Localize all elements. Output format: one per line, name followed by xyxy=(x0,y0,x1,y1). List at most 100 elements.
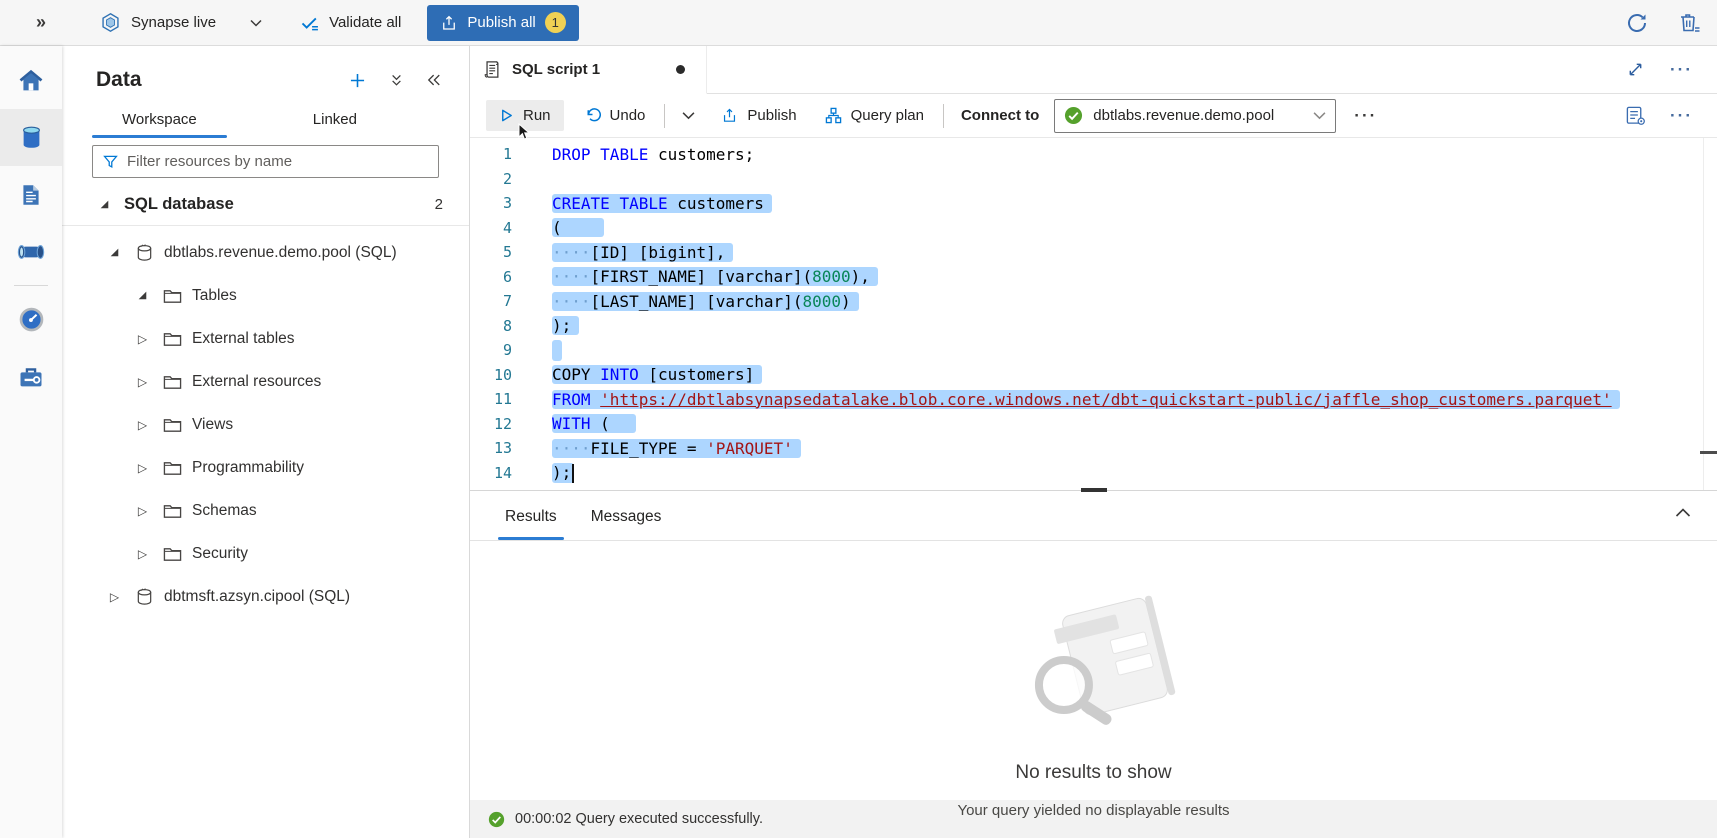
empty-results-state: No results to show Your query yielded no… xyxy=(957,593,1229,819)
line-number: 12 xyxy=(470,415,512,433)
toolbar-right-more-icon[interactable]: ··· xyxy=(1670,106,1693,126)
publish-button[interactable]: Publish xyxy=(711,100,806,131)
overview-ruler xyxy=(1703,138,1704,490)
expand-arrow-icon[interactable]: ▷ xyxy=(135,547,150,561)
mode-selector[interactable]: Synapse live xyxy=(100,12,262,33)
tree-item-external-resources[interactable]: ▷External resources xyxy=(62,360,469,403)
code-line[interactable]: 5····[ID] [bigint], xyxy=(470,240,1717,265)
query-plan-button[interactable]: Query plan xyxy=(815,100,934,131)
tree-item-dbtlabs-revenue-demo-pool-sql[interactable]: ◢dbtlabs.revenue.demo.pool (SQL) xyxy=(62,231,469,274)
refresh-icon[interactable] xyxy=(1625,11,1649,35)
code-line[interactable]: 6····[FIRST_NAME] [varchar](8000), xyxy=(470,265,1717,290)
toolbar-more-icon[interactable]: ··· xyxy=(1354,106,1377,126)
code-line[interactable]: 11FROM 'https://dbtlabsynapsedatalake.bl… xyxy=(470,387,1717,412)
line-number: 11 xyxy=(470,390,512,408)
scrollbar-marker[interactable] xyxy=(1700,451,1717,454)
data-explorer-panel: Data Workspace Linked xyxy=(62,46,470,838)
query-plan-label: Query plan xyxy=(851,107,924,124)
chevron-down-icon xyxy=(1313,111,1326,120)
tab-sql-script-1[interactable]: SQL script 1 xyxy=(470,46,707,94)
expand-arrow-icon[interactable]: ▷ xyxy=(135,332,150,346)
code-line[interactable]: 2 xyxy=(470,167,1717,192)
expand-arrow-icon[interactable]: ▷ xyxy=(135,375,150,389)
expand-arrow-icon[interactable]: ▷ xyxy=(135,461,150,475)
code-line[interactable]: 3CREATE TABLE customers xyxy=(470,191,1717,216)
selection-highlight: ····[ID] [bigint], xyxy=(552,243,733,262)
expand-arrow-icon[interactable]: ▷ xyxy=(107,590,122,604)
tree-item-schemas[interactable]: ▷Schemas xyxy=(62,489,469,532)
add-resource-icon[interactable] xyxy=(347,70,368,91)
tree-item-views[interactable]: ▷Views xyxy=(62,403,469,446)
folder-icon xyxy=(163,417,182,433)
line-number: 10 xyxy=(470,366,512,384)
tree-item-programmability[interactable]: ▷Programmability xyxy=(62,446,469,489)
pane-splitter-handle[interactable] xyxy=(1081,488,1107,492)
tab-messages[interactable]: Messages xyxy=(574,495,679,540)
nav-develop[interactable] xyxy=(0,166,62,223)
show-toolbar-chevrons-icon[interactable]: » xyxy=(36,12,46,33)
tree-item-security[interactable]: ▷Security xyxy=(62,532,469,575)
collapse-arrow-icon[interactable]: ◢ xyxy=(107,247,122,258)
tree-item-dbtmsft-azsyn-cipool-sql[interactable]: ▷dbtmsft.azsyn.cipool (SQL) xyxy=(62,575,469,618)
expand-arrow-icon[interactable]: ▷ xyxy=(135,418,150,432)
panel-title: Data xyxy=(96,68,142,92)
validate-all-button[interactable]: Validate all xyxy=(300,13,401,33)
connected-check-icon xyxy=(1064,106,1083,125)
tree-item-external-tables[interactable]: ▷External tables xyxy=(62,317,469,360)
selection-highlight: ····FILE_TYPE = 'PARQUET' xyxy=(552,439,801,458)
undo-button[interactable]: Undo xyxy=(574,100,656,131)
undo-icon xyxy=(584,107,601,124)
tab-linked[interactable]: Linked xyxy=(283,102,387,138)
code-line-content: ····[LAST_NAME] [varchar](8000) xyxy=(552,292,859,311)
actions-chevrons-icon[interactable] xyxy=(388,72,405,89)
tree-item-label: Tables xyxy=(192,287,237,305)
tabstrip-more-icon[interactable]: ··· xyxy=(1670,60,1693,80)
expand-editor-icon[interactable] xyxy=(1627,61,1644,78)
sql-code-editor[interactable]: 1DROP TABLE customers;23CREATE TABLE cus… xyxy=(470,138,1717,490)
code-line[interactable]: 9 xyxy=(470,338,1717,363)
discard-all-icon[interactable] xyxy=(1677,11,1701,35)
resource-tree: ◢ SQL database 2 ◢dbtlabs.revenue.demo.p… xyxy=(62,195,469,838)
section-label: SQL database xyxy=(124,195,234,214)
rail-divider xyxy=(14,285,48,286)
collapse-panel-icon[interactable] xyxy=(425,71,443,89)
database-icon xyxy=(135,587,154,607)
code-line[interactable]: 1DROP TABLE customers; xyxy=(470,142,1717,167)
nav-integrate[interactable] xyxy=(0,223,62,280)
connect-to-dropdown[interactable]: dbtlabs.revenue.demo.pool xyxy=(1054,99,1336,133)
selection-highlight: ····[LAST_NAME] [varchar](8000) xyxy=(552,292,859,311)
expand-arrow-icon[interactable]: ▷ xyxy=(135,504,150,518)
code-line[interactable]: 4( xyxy=(470,216,1717,241)
tab-results[interactable]: Results xyxy=(488,495,574,540)
code-line[interactable]: 10COPY INTO [customers] xyxy=(470,363,1717,388)
publish-all-button[interactable]: Publish all 1 xyxy=(427,5,578,41)
code-line[interactable]: 13····FILE_TYPE = 'PARQUET' xyxy=(470,436,1717,461)
nav-monitor[interactable] xyxy=(0,291,62,348)
section-sql-database[interactable]: ◢ SQL database 2 xyxy=(62,195,469,226)
publish-icon xyxy=(721,107,738,124)
nav-home[interactable] xyxy=(0,52,62,109)
no-results-illustration xyxy=(1009,593,1179,738)
selection-highlight: ); xyxy=(552,316,579,335)
tree-item-tables[interactable]: ◢ Tables xyxy=(62,274,469,317)
collapse-arrow-icon[interactable]: ◢ xyxy=(135,290,150,301)
filter-resources-input[interactable] xyxy=(127,153,429,170)
properties-icon[interactable] xyxy=(1625,105,1646,126)
code-line[interactable]: 7····[LAST_NAME] [varchar](8000) xyxy=(470,289,1717,314)
code-line[interactable]: 8); xyxy=(470,314,1717,339)
line-number: 3 xyxy=(470,194,512,212)
nav-manage[interactable] xyxy=(0,348,62,405)
nav-data[interactable] xyxy=(0,109,62,166)
code-line[interactable]: 14); xyxy=(470,461,1717,486)
code-line-content: ····[ID] [bigint], xyxy=(552,243,733,262)
run-button[interactable]: Run xyxy=(486,100,564,131)
explorer-tabs: Workspace Linked xyxy=(62,102,469,138)
filter-box xyxy=(92,145,439,178)
tab-workspace[interactable]: Workspace xyxy=(92,102,227,138)
collapse-results-chevron-icon[interactable] xyxy=(1675,507,1691,518)
undo-dropdown-chevron-icon[interactable] xyxy=(682,111,695,120)
collapse-arrow-icon[interactable]: ◢ xyxy=(97,199,112,210)
code-line-content: ); xyxy=(552,463,574,483)
code-line[interactable]: 12WITH ( xyxy=(470,412,1717,437)
doc-tab-title: SQL script 1 xyxy=(512,61,600,78)
